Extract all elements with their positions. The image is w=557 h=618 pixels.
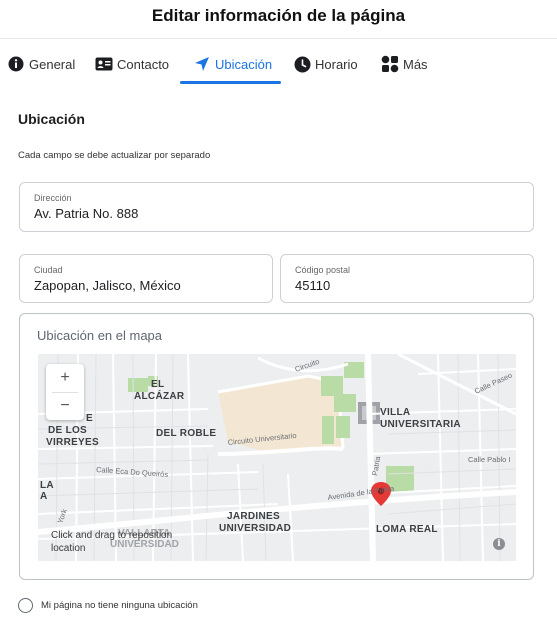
address-field[interactable]: Dirección	[19, 182, 534, 232]
place-label: VIRREYES	[46, 437, 99, 448]
place-label: E	[86, 413, 93, 424]
zoom-divider	[52, 392, 78, 393]
place-label: UNIVERSIDAD	[219, 523, 291, 534]
tab-contacto[interactable]: Contacto	[95, 44, 169, 84]
no-location-label: Mi página no tiene ninguna ubicación	[41, 600, 198, 611]
place-label: DEL ROBLE	[156, 428, 216, 439]
section-title: Ubicación	[18, 111, 85, 127]
street-label: Calle Pablo I	[468, 455, 511, 464]
tab-horario[interactable]: Horario	[293, 44, 358, 84]
place-label: VILLA	[380, 407, 410, 418]
tab-ubicacion[interactable]: Ubicación	[193, 44, 272, 84]
postal-code-field[interactable]: Código postal	[280, 254, 534, 303]
place-label: EL	[151, 379, 164, 390]
map-hint-text: Click and drag to reposition location	[51, 530, 173, 554]
no-location-radio[interactable]	[18, 598, 33, 613]
tab-general[interactable]: General	[7, 44, 75, 84]
address-input[interactable]	[34, 206, 519, 221]
location-arrow-icon	[193, 55, 211, 73]
clock-icon	[293, 55, 311, 73]
tab-ubicacion-label: Ubicación	[215, 56, 273, 72]
title-divider	[0, 38, 557, 39]
postal-code-input[interactable]	[295, 278, 519, 293]
place-label: LA	[40, 480, 54, 491]
place-label: DE LOS	[48, 425, 87, 436]
city-label: Ciudad	[34, 265, 63, 275]
zoom-control: + −	[46, 364, 84, 420]
city-input[interactable]	[34, 278, 258, 293]
info-icon[interactable]: i	[493, 538, 505, 550]
place-label: LOMA REAL	[376, 524, 438, 535]
zoom-in-button[interactable]: +	[46, 364, 84, 392]
place-label: JARDINES	[227, 511, 280, 522]
tab-general-label: General	[29, 56, 76, 72]
city-field[interactable]: Ciudad	[19, 254, 273, 303]
tab-horario-label: Horario	[315, 56, 358, 72]
address-label: Dirección	[34, 193, 72, 203]
tab-bar: General Contacto Ubicación Horario Más	[0, 44, 557, 84]
place-label: A	[40, 491, 48, 502]
page-title: Editar información de la página	[151, 6, 406, 25]
map-card: Ubicación en el mapa EL ALCÁZAR E DE LOS…	[19, 313, 534, 580]
no-location-option[interactable]: Mi página no tiene ninguna ubicación	[18, 598, 198, 613]
grid-more-icon	[381, 55, 399, 73]
section-note: Cada campo se debe actualizar por separa…	[18, 150, 211, 161]
zoom-out-button[interactable]: −	[46, 392, 84, 420]
location-map[interactable]: EL ALCÁZAR E DE LOS VIRREYES DEL ROBLE V…	[38, 354, 516, 561]
postal-code-label: Código postal	[295, 265, 351, 275]
tab-contacto-label: Contacto	[117, 56, 170, 72]
tab-mas[interactable]: Más	[381, 44, 428, 84]
place-label: UNIVERSITARIA	[380, 419, 461, 430]
tab-mas-label: Más	[403, 56, 428, 72]
active-tab-indicator	[180, 81, 281, 84]
contact-card-icon	[95, 55, 113, 73]
place-label: ALCÁZAR	[134, 389, 185, 402]
map-card-label: Ubicación en el mapa	[37, 328, 163, 343]
info-icon	[7, 55, 25, 73]
